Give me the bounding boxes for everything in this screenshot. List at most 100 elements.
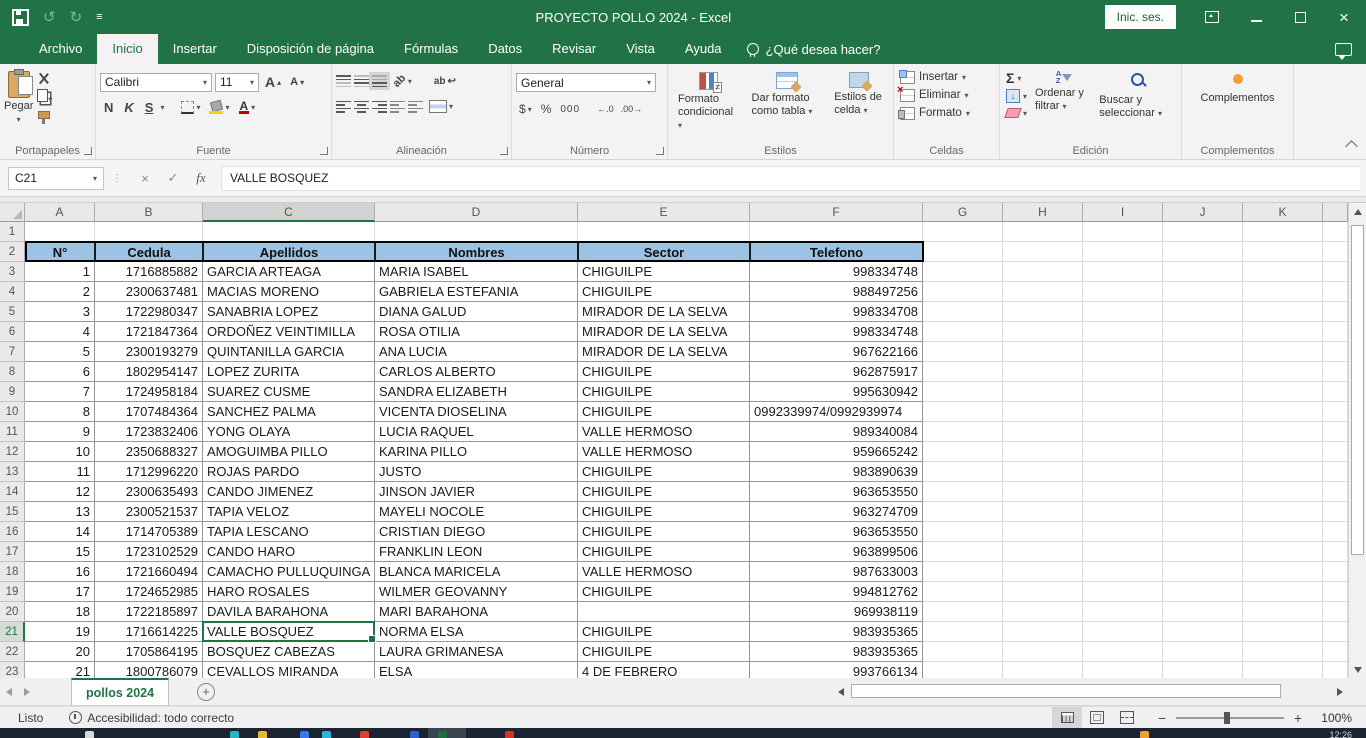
scroll-right-icon[interactable]: [1331, 683, 1348, 700]
cell-E3[interactable]: CHIGUILPE: [578, 262, 750, 282]
cell-C6[interactable]: ORDOÑEZ VEINTIMILLA: [203, 322, 375, 342]
cell-C12[interactable]: AMOGUIMBA PILLO: [203, 442, 375, 462]
taskbar-app-icon[interactable]: [360, 731, 369, 738]
customize-qat-icon[interactable]: ≡: [96, 11, 101, 23]
cell-A17[interactable]: 15: [25, 542, 95, 562]
name-box[interactable]: C21 ▾: [8, 167, 104, 190]
cell-G19[interactable]: [923, 582, 1003, 602]
cell-x8[interactable]: [1323, 362, 1348, 382]
cell-E23[interactable]: 4 DE FEBRERO: [578, 662, 750, 678]
row-header-21[interactable]: 21: [0, 622, 25, 642]
cell-D4[interactable]: GABRIELA ESTEFANIA: [375, 282, 578, 302]
cell-A23[interactable]: 21: [25, 662, 95, 678]
cell-A2[interactable]: N°: [25, 242, 95, 262]
cell-D10[interactable]: VICENTA DIOSELINA: [375, 402, 578, 422]
cell-K10[interactable]: [1243, 402, 1323, 422]
cell-J8[interactable]: [1163, 362, 1243, 382]
cell-K23[interactable]: [1243, 662, 1323, 678]
tab-insertar[interactable]: Insertar: [158, 34, 232, 64]
cell-F12[interactable]: 959665242: [750, 442, 923, 462]
cell-K1[interactable]: [1243, 222, 1323, 242]
cell-I19[interactable]: [1083, 582, 1163, 602]
cell-F8[interactable]: 962875917: [750, 362, 923, 382]
row-header-17[interactable]: 17: [0, 542, 25, 562]
alignment-dialog-launcher[interactable]: [500, 147, 508, 155]
cell-I16[interactable]: [1083, 522, 1163, 542]
formula-input[interactable]: VALLE BOSQUEZ: [221, 166, 1360, 191]
tab-archivo[interactable]: Archivo: [24, 34, 97, 64]
cell-F23[interactable]: 993766134: [750, 662, 923, 678]
bold-button[interactable]: N: [100, 99, 117, 116]
cell-J10[interactable]: [1163, 402, 1243, 422]
cell-G2[interactable]: [923, 242, 1003, 262]
cell-styles-button[interactable]: Estilos de celda ▾: [828, 68, 889, 121]
cell-E22[interactable]: CHIGUILPE: [578, 642, 750, 662]
cell-B13[interactable]: 1712996220: [95, 462, 203, 482]
cell-C4[interactable]: MACIAS MORENO: [203, 282, 375, 302]
cell-x2[interactable]: [1323, 242, 1348, 262]
cell-I12[interactable]: [1083, 442, 1163, 462]
active-app-slot[interactable]: [428, 728, 466, 738]
taskbar-app-icon[interactable]: [1140, 731, 1149, 738]
cell-B9[interactable]: 1724958184: [95, 382, 203, 402]
cell-F10[interactable]: 0992339974/0992939974: [750, 402, 923, 422]
row-header-18[interactable]: 18: [0, 562, 25, 582]
cell-B15[interactable]: 2300521537: [95, 502, 203, 522]
taskbar-clock[interactable]: 12:26: [1329, 730, 1352, 738]
cell-J9[interactable]: [1163, 382, 1243, 402]
cell-H21[interactable]: [1003, 622, 1083, 642]
cell-J19[interactable]: [1163, 582, 1243, 602]
cell-C7[interactable]: QUINTANILLA GARCIA: [203, 342, 375, 362]
cell-K13[interactable]: [1243, 462, 1323, 482]
cell-E10[interactable]: CHIGUILPE: [578, 402, 750, 422]
tab-ayuda[interactable]: Ayuda: [670, 34, 737, 64]
cell-E18[interactable]: VALLE HERMOSO: [578, 562, 750, 582]
font-color-button[interactable]: A▾: [236, 99, 259, 116]
row-header-19[interactable]: 19: [0, 582, 25, 602]
cell-K17[interactable]: [1243, 542, 1323, 562]
cell-J20[interactable]: [1163, 602, 1243, 622]
column-header-D[interactable]: D: [375, 203, 578, 222]
cell-H5[interactable]: [1003, 302, 1083, 322]
cell-B21[interactable]: 1716614225: [95, 622, 203, 642]
cell-C22[interactable]: BOSQUEZ CABEZAS: [203, 642, 375, 662]
cell-G10[interactable]: [923, 402, 1003, 422]
cell-J6[interactable]: [1163, 322, 1243, 342]
tell-me[interactable]: [4, 34, 24, 64]
cell-H9[interactable]: [1003, 382, 1083, 402]
cell-B2[interactable]: Cedula: [95, 242, 203, 262]
cell-I17[interactable]: [1083, 542, 1163, 562]
cell-E20[interactable]: [578, 602, 750, 622]
cell-F4[interactable]: 988497256: [750, 282, 923, 302]
cell-G7[interactable]: [923, 342, 1003, 362]
cell-J23[interactable]: [1163, 662, 1243, 678]
grow-font-button[interactable]: A▴: [262, 72, 284, 92]
tab-vista[interactable]: Vista: [611, 34, 670, 64]
cell-K16[interactable]: [1243, 522, 1323, 542]
cell-H10[interactable]: [1003, 402, 1083, 422]
cell-E17[interactable]: CHIGUILPE: [578, 542, 750, 562]
cell-x23[interactable]: [1323, 662, 1348, 678]
cell-x3[interactable]: [1323, 262, 1348, 282]
cell-C11[interactable]: YONG OLAYA: [203, 422, 375, 442]
cell-I6[interactable]: [1083, 322, 1163, 342]
scroll-left-icon[interactable]: [832, 683, 849, 700]
cell-A4[interactable]: 2: [25, 282, 95, 302]
cell-D3[interactable]: MARIA ISABEL: [375, 262, 578, 282]
cell-J3[interactable]: [1163, 262, 1243, 282]
cell-A15[interactable]: 13: [25, 502, 95, 522]
cell-B16[interactable]: 1714705389: [95, 522, 203, 542]
cell-H23[interactable]: [1003, 662, 1083, 678]
cell-x20[interactable]: [1323, 602, 1348, 622]
cell-x21[interactable]: [1323, 622, 1348, 642]
cell-H7[interactable]: [1003, 342, 1083, 362]
cell-H15[interactable]: [1003, 502, 1083, 522]
cell-H12[interactable]: [1003, 442, 1083, 462]
cell-E8[interactable]: CHIGUILPE: [578, 362, 750, 382]
cell-J4[interactable]: [1163, 282, 1243, 302]
row-header-11[interactable]: 11: [0, 422, 25, 442]
cell-G21[interactable]: [923, 622, 1003, 642]
scroll-down-icon[interactable]: [1349, 661, 1366, 678]
cell-I8[interactable]: [1083, 362, 1163, 382]
cell-G14[interactable]: [923, 482, 1003, 502]
